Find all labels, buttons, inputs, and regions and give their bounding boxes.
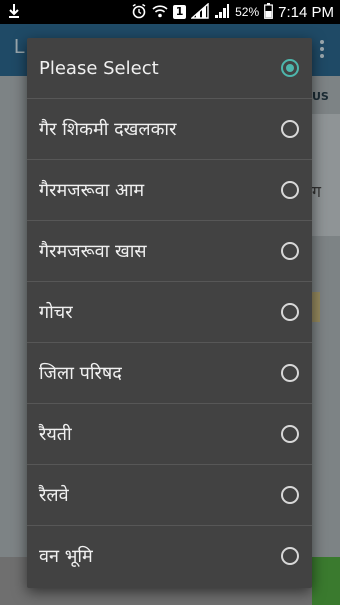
dialog-option-label: गैरमजरूवा खास	[39, 241, 147, 262]
dialog-option[interactable]: वन भूमि	[27, 526, 312, 587]
dialog-option-label: Please Select	[39, 58, 159, 79]
radio-button[interactable]	[281, 242, 299, 260]
radio-button[interactable]	[281, 303, 299, 321]
radio-button[interactable]	[281, 120, 299, 138]
app-title: L	[14, 36, 26, 58]
dialog-option[interactable]: गैर शिकमी दखलकार	[27, 99, 312, 160]
alarm-icon	[131, 3, 147, 22]
dialog-option-label: रैलवे	[39, 485, 69, 506]
dialog-option[interactable]: गैरमजरूवा आम	[27, 160, 312, 221]
dialog-option[interactable]: गोचर	[27, 282, 312, 343]
dialog-option[interactable]: Please Select	[27, 38, 312, 99]
signal-icon	[190, 1, 209, 22]
ad-graphic	[312, 557, 340, 605]
select-dialog: Please Select गैर शिकमी दखलकार गैरमजरूवा आ…	[27, 38, 312, 588]
radio-button[interactable]	[281, 181, 299, 199]
sim-indicator: 1	[173, 5, 187, 19]
overflow-menu-icon[interactable]	[320, 40, 324, 61]
dialog-option[interactable]: गैरमजरूवा खास	[27, 221, 312, 282]
battery-percent: 52%	[235, 5, 260, 19]
wifi-icon	[152, 4, 168, 21]
radio-button[interactable]	[281, 486, 299, 504]
dialog-option[interactable]: रैयती	[27, 404, 312, 465]
dialog-option-label: जिला परिषद	[39, 363, 122, 384]
battery-icon	[264, 2, 274, 22]
radio-button[interactable]	[281, 425, 299, 443]
radio-button[interactable]	[281, 364, 299, 382]
status-bar: 1 52% 7:14 PM	[0, 0, 340, 24]
radio-button-checked[interactable]	[281, 59, 299, 77]
background-tag: US	[312, 90, 329, 103]
radio-button[interactable]	[281, 547, 299, 565]
clock: 7:14 PM	[278, 3, 334, 21]
dialog-option-label: गोचर	[39, 302, 73, 323]
radio-dot-icon	[286, 64, 294, 72]
dialog-option-label: गैर शिकमी दखलकार	[39, 119, 177, 140]
dialog-option-label: रैयती	[39, 424, 72, 445]
background-field	[312, 292, 320, 322]
download-icon	[8, 3, 20, 23]
dialog-option[interactable]: जिला परिषद	[27, 343, 312, 404]
dialog-option-label: गैरमजरूवा आम	[39, 180, 145, 201]
signal-2-icon	[214, 3, 230, 22]
background-card-text: ग	[312, 182, 322, 201]
dialog-option[interactable]: रैलवे	[27, 465, 312, 526]
dialog-option-label: वन भूमि	[39, 546, 93, 567]
background-card: ग	[312, 114, 340, 236]
